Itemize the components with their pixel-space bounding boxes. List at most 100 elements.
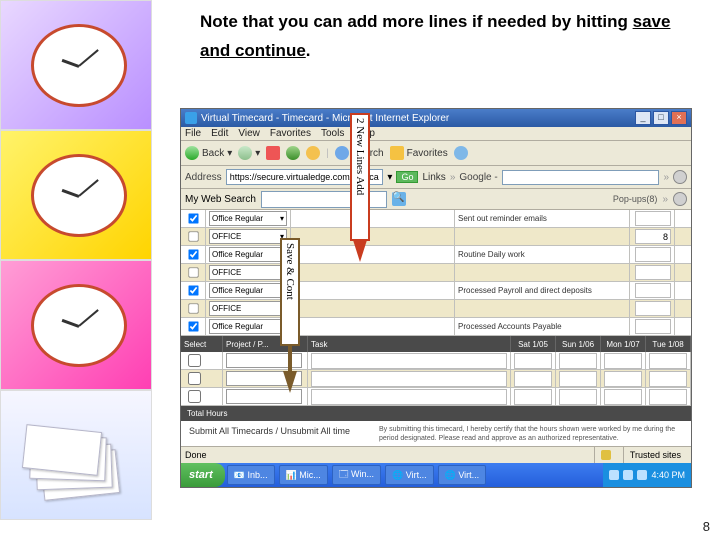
google-search-input[interactable] xyxy=(502,170,660,185)
entry-day-input[interactable] xyxy=(649,371,687,387)
entry-day-input[interactable] xyxy=(559,371,597,387)
minimize-button[interactable]: _ xyxy=(635,111,651,125)
row-note: Routine Daily work xyxy=(455,246,630,263)
entry-day-input[interactable] xyxy=(559,389,597,405)
entry-day-input[interactable] xyxy=(514,371,552,387)
instruction-suffix: . xyxy=(306,41,311,60)
tray-icon[interactable] xyxy=(609,470,619,480)
project-select[interactable]: Office Regular▾ xyxy=(209,319,287,334)
row-hours-input[interactable] xyxy=(635,283,671,298)
popup-blocker[interactable]: Pop-ups(8) xyxy=(613,194,658,204)
row-checkbox[interactable] xyxy=(188,303,198,313)
taskbar-item[interactable]: 📊 Mic... xyxy=(279,465,328,485)
entry-day-input[interactable] xyxy=(604,389,642,405)
row-checkbox[interactable] xyxy=(188,213,198,223)
entry-checkbox[interactable] xyxy=(188,372,201,385)
project-select[interactable]: Office Regular▾ xyxy=(209,247,287,262)
entry-day-input[interactable] xyxy=(604,353,642,369)
stop-button[interactable] xyxy=(266,146,280,160)
entry-day-input[interactable] xyxy=(649,389,687,405)
entry-day-input[interactable] xyxy=(649,353,687,369)
search-icon xyxy=(335,146,349,160)
menu-tools[interactable]: Tools xyxy=(321,128,344,139)
row-spacer xyxy=(291,246,455,263)
taskbar-item[interactable]: 🌐 Virt... xyxy=(385,465,434,485)
entry-row xyxy=(181,388,691,406)
entry-checkbox[interactable] xyxy=(188,354,201,367)
start-button[interactable]: start xyxy=(181,463,225,487)
system-tray[interactable]: 4:40 PM xyxy=(603,463,691,487)
entry-day-input[interactable] xyxy=(514,389,552,405)
row-spacer xyxy=(291,228,455,245)
go-button[interactable]: Go xyxy=(396,171,418,183)
address-label: Address xyxy=(185,172,222,183)
row-checkbox[interactable] xyxy=(188,285,198,295)
row-hours-input[interactable] xyxy=(635,229,671,244)
row-hours-input[interactable] xyxy=(635,301,671,316)
project-select[interactable]: OFFICE▾ xyxy=(209,301,287,316)
menu-favorites[interactable]: Favorites xyxy=(270,128,311,139)
back-button[interactable]: Back▾ xyxy=(185,146,232,160)
entry-checkbox[interactable] xyxy=(188,390,201,403)
row-note xyxy=(455,264,630,281)
home-button[interactable] xyxy=(306,146,320,160)
row-checkbox[interactable] xyxy=(188,321,198,331)
entry-task-input[interactable] xyxy=(311,353,507,369)
taskbar-item[interactable]: 🌐 Virt... xyxy=(438,465,487,485)
menu-view[interactable]: View xyxy=(238,128,260,139)
entry-task-input[interactable] xyxy=(311,389,507,405)
row-hours-input[interactable] xyxy=(635,211,671,226)
maximize-button[interactable]: □ xyxy=(653,111,669,125)
ie-menubar[interactable]: File Edit View Favorites Tools Help xyxy=(181,127,691,141)
timecard-entry-rows xyxy=(181,352,691,406)
refresh-button[interactable] xyxy=(286,146,300,160)
my-web-search-bar: My Web Search 🔍 Pop-ups(8) » xyxy=(181,189,691,210)
entry-day-input[interactable] xyxy=(559,353,597,369)
callout-add-lines-label: 2 New Lines Add xyxy=(350,113,370,241)
history-button[interactable] xyxy=(454,146,468,160)
row-hours-input[interactable] xyxy=(635,247,671,262)
lock-icon xyxy=(601,450,611,460)
hdr-day-1: Sun 1/06 xyxy=(556,336,601,352)
arrow-down-icon xyxy=(283,371,297,393)
row-hours-input[interactable] xyxy=(635,319,671,334)
entry-task-input[interactable] xyxy=(311,371,507,387)
project-select[interactable]: OFFICE▾ xyxy=(209,229,287,244)
row-checkbox[interactable] xyxy=(188,231,198,241)
table-row: OFFICE▾ xyxy=(181,300,691,318)
links-button[interactable]: Links xyxy=(422,172,445,183)
timecard-header-row: Select Project / P... Task Sat 1/05 Sun … xyxy=(181,336,691,352)
taskbar-item[interactable]: 🗔 Win... xyxy=(332,465,381,485)
ie-statusbar: Done Trusted sites xyxy=(181,446,691,463)
taskbar-item[interactable]: 📧 Inb... xyxy=(227,465,275,485)
mws-search-icon[interactable]: 🔍 xyxy=(392,192,406,206)
favorites-button[interactable]: Favorites xyxy=(390,146,448,160)
windows-taskbar[interactable]: start 📧 Inb... 📊 Mic... 🗔 Win... 🌐 Virt.… xyxy=(181,463,691,487)
thumb-paper-stack xyxy=(0,390,152,520)
mws-label: My Web Search xyxy=(185,194,256,205)
mws-settings-icon[interactable] xyxy=(673,192,687,206)
row-checkbox[interactable] xyxy=(188,267,198,277)
row-hours-input[interactable] xyxy=(635,265,671,280)
address-bar: Address ▾ Go Links » Google - » xyxy=(181,166,691,189)
close-button[interactable]: × xyxy=(671,111,687,125)
tray-icon[interactable] xyxy=(637,470,647,480)
window-titlebar[interactable]: Virtual Timecard - Timecard - Microsoft … xyxy=(181,109,691,127)
entry-row xyxy=(181,352,691,370)
project-select[interactable]: Office Regular▾ xyxy=(209,211,287,226)
row-checkbox[interactable] xyxy=(188,249,198,259)
settings-icon[interactable] xyxy=(673,170,687,184)
thumb-clock-pink xyxy=(0,260,152,390)
menu-edit[interactable]: Edit xyxy=(211,128,228,139)
project-select[interactable]: Office Regular▾ xyxy=(209,283,287,298)
menu-file[interactable]: File xyxy=(185,128,201,139)
row-spacer xyxy=(291,264,455,281)
project-select[interactable]: OFFICE▾ xyxy=(209,265,287,280)
forward-button[interactable]: ▾ xyxy=(238,146,260,160)
table-row: OFFICE▾ xyxy=(181,228,691,246)
tray-icon[interactable] xyxy=(623,470,633,480)
page-number: 8 xyxy=(703,519,710,534)
entry-day-input[interactable] xyxy=(604,371,642,387)
row-note: Processed Accounts Payable xyxy=(455,318,630,335)
entry-day-input[interactable] xyxy=(514,353,552,369)
